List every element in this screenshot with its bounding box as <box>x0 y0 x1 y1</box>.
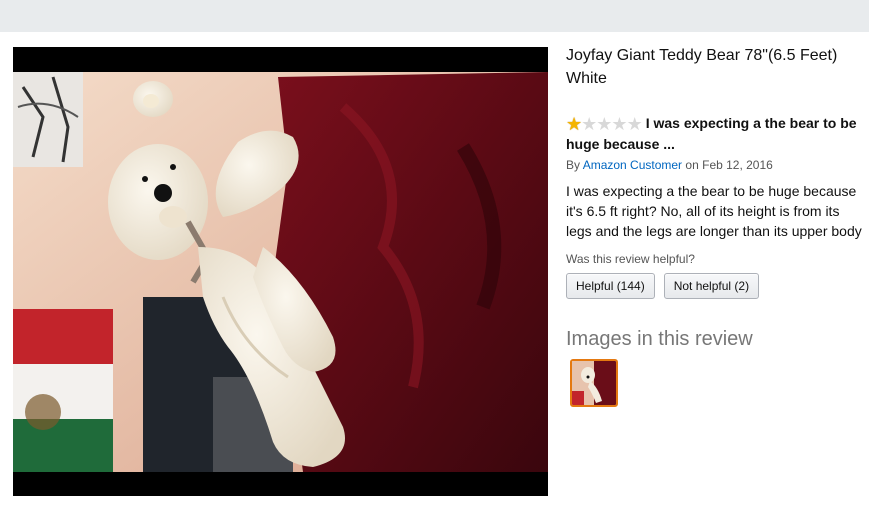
date-prefix: on <box>685 158 699 172</box>
review-header: ★★★★★ I was expecting a the bear to be h… <box>566 114 862 154</box>
review-image-thumbnail[interactable] <box>570 359 618 407</box>
star-empty-icon: ★ <box>581 114 597 134</box>
review-body: I was expecting a the bear to be huge be… <box>566 183 862 239</box>
vote-buttons: Helpful (144) Not helpful (2) <box>566 273 862 299</box>
star-filled-icon: ★ <box>566 114 582 134</box>
by-prefix: By <box>566 158 581 172</box>
star-empty-icon: ★ <box>626 114 643 134</box>
helpful-question: Was this review helpful? <box>566 252 695 266</box>
review-byline: By Amazon Customer on Feb 12, 2016 <box>566 157 862 173</box>
star-empty-icon: ★ <box>596 114 612 134</box>
images-section-title: Images in this review <box>566 328 753 350</box>
helpful-button[interactable]: Helpful (144) <box>566 273 655 299</box>
star-empty-icon: ★ <box>611 114 627 134</box>
not-helpful-button[interactable]: Not helpful (2) <box>663 273 760 299</box>
star-rating: ★★★★★ <box>566 114 643 135</box>
teddy-bear-photo <box>13 47 548 496</box>
product-title[interactable]: Joyfay Giant Teddy Bear 78"(6.5 Feet) Wh… <box>566 44 862 90</box>
top-bar <box>0 0 869 32</box>
thumbnail-image <box>572 361 616 405</box>
review-panel: Joyfay Giant Teddy Bear 78"(6.5 Feet) Wh… <box>566 44 862 407</box>
review-date: Feb 12, 2016 <box>702 158 773 172</box>
review-author-link[interactable]: Amazon Customer <box>583 158 682 172</box>
review-image-large[interactable] <box>13 47 548 496</box>
